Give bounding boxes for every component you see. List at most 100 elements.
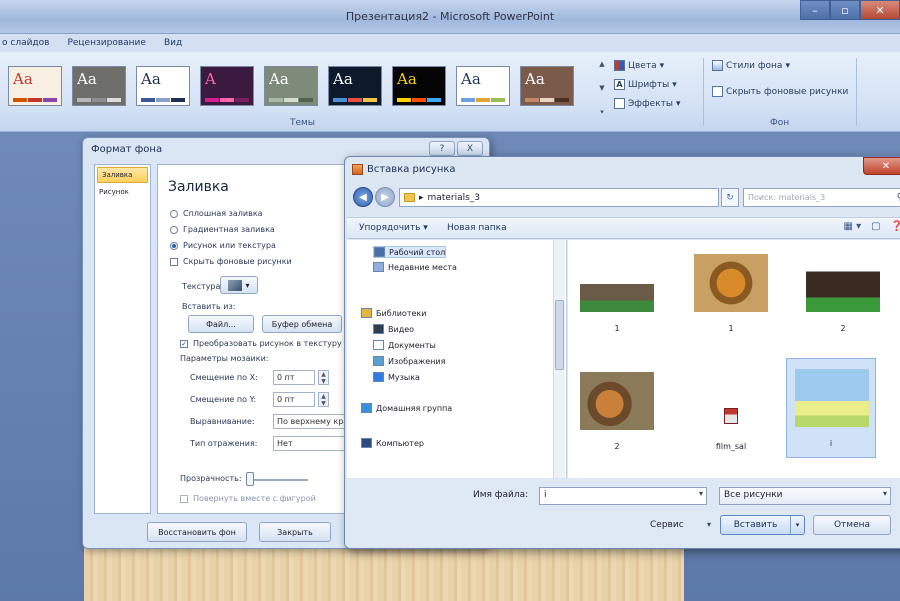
slide-canvas[interactable] [84, 540, 684, 601]
window-titlebar: Презентация2 - Microsoft PowerPoint – ▫ … [0, 0, 900, 34]
command-bar: Упорядочить ▾ Новая папка ▦ ▾ ▢ ❓ [347, 217, 900, 239]
background-styles-button[interactable]: Стили фона ▾ [712, 60, 790, 71]
preview-pane-icon[interactable]: ▢ [871, 221, 880, 232]
theme-thumbnail[interactable]: Aa [520, 66, 574, 106]
tree-scrollbar[interactable] [553, 240, 565, 478]
filetype-dropdown[interactable]: Все рисунки ▾ [719, 487, 891, 505]
tree-item-label: Библиотеки [376, 308, 427, 318]
minimize-button[interactable]: – [800, 0, 830, 20]
folder-icon [404, 193, 415, 202]
offset-y-label: Смещение по Y: [190, 395, 257, 404]
theme-thumbnail[interactable]: Aa [328, 66, 382, 106]
theme-thumbnail[interactable]: Aa [136, 66, 190, 106]
theme-sample-text: Aa [333, 70, 353, 88]
filename-input[interactable]: i ▾ [539, 487, 707, 505]
tab-slideshow[interactable]: о слайдов [2, 38, 49, 48]
tab-view[interactable]: Вид [164, 38, 182, 48]
offset-x-input[interactable]: 0 пт [273, 370, 315, 385]
category-fill[interactable]: Заливка [97, 167, 148, 183]
solid-fill-radio[interactable]: Сплошная заливка [170, 209, 263, 218]
tree-item-desktop[interactable]: Рабочий стол [373, 246, 447, 258]
tree-item-homegroup[interactable]: Домашняя группа [361, 403, 452, 413]
tree-item-recent[interactable]: Недавние места [373, 262, 457, 272]
checkbox-icon [712, 86, 723, 97]
offset-y-spinner[interactable]: ▲ ▼ [318, 392, 329, 407]
file-item[interactable]: 1 [686, 244, 776, 344]
cancel-button[interactable]: Отмена [813, 515, 891, 535]
reset-background-button[interactable]: Восстановить фон [147, 522, 247, 542]
library-icon [361, 308, 372, 318]
help-button[interactable]: ? [429, 141, 455, 156]
tree-item-documents[interactable]: Документы [373, 340, 436, 350]
theme-fonts-button[interactable]: A Шрифты ▾ [614, 79, 677, 90]
file-item[interactable]: film_sal [686, 362, 776, 462]
new-folder-button[interactable]: Новая папка [447, 223, 507, 233]
offset-y-input[interactable]: 0 пт [273, 392, 315, 407]
theme-effects-button[interactable]: Эффекты ▾ [614, 98, 681, 109]
category-picture[interactable]: Рисунок [95, 185, 150, 201]
texture-dropdown[interactable]: ▾ [220, 276, 258, 294]
file-button[interactable]: Файл... [188, 315, 254, 333]
theme-sample-text: Aa [77, 70, 97, 88]
tree-item-computer[interactable]: Компьютер [361, 438, 424, 448]
forward-button[interactable]: ▶ [375, 187, 395, 207]
view-options-icon[interactable]: ▦ ▾ [843, 221, 861, 232]
address-bar[interactable]: ▸ materials_3 [399, 188, 719, 207]
offset-x-spinner[interactable]: ▲ ▼ [318, 370, 329, 385]
tree-item-pictures[interactable]: Изображения [373, 356, 445, 366]
close-window-button[interactable]: ✕ [860, 0, 900, 20]
chevron-down-icon[interactable]: ▾ [707, 520, 711, 529]
close-dialog-button[interactable]: ✕ [863, 157, 900, 175]
theme-thumbnail[interactable]: Aa [8, 66, 62, 106]
scrollbar-thumb[interactable] [555, 300, 564, 370]
theme-colors-button[interactable]: Цвета ▾ [614, 60, 664, 71]
hide-background-graphics-checkbox[interactable]: Скрыть фоновые рисунки [170, 257, 292, 266]
mirror-type-dropdown[interactable]: Нет [273, 436, 351, 451]
transparency-slider-thumb[interactable] [246, 472, 254, 486]
chevron-down-icon[interactable]: ▾ [790, 516, 804, 534]
breadcrumb-folder[interactable]: materials_3 [428, 193, 480, 203]
organize-button[interactable]: Упорядочить ▾ [359, 223, 428, 233]
ribbon-tabs: о слайдов Рецензирование Вид [0, 34, 900, 52]
tools-button[interactable]: Сервис [650, 520, 684, 530]
file-item[interactable]: 1 [572, 244, 662, 344]
close-button[interactable]: Закрыть [259, 522, 331, 542]
theme-thumbnail[interactable]: Aa [456, 66, 510, 106]
refresh-button[interactable]: ↻ [721, 188, 739, 207]
file-list: 1 1 2 2 film_sal i [568, 240, 900, 478]
back-button[interactable]: ◀ [353, 187, 373, 207]
theme-thumbnail[interactable]: Aa [264, 66, 318, 106]
theme-thumbnail[interactable]: Aa [72, 66, 126, 106]
hide-bg-graphics-checkbox[interactable]: Скрыть фоновые рисунки [712, 86, 848, 97]
close-dialog-button[interactable]: X [457, 141, 483, 156]
tree-item-libraries[interactable]: Библиотеки [361, 308, 426, 318]
theme-sample-text: Aa [397, 70, 417, 88]
help-icon[interactable]: ❓ [891, 221, 900, 232]
theme-thumbnail[interactable]: A [200, 66, 254, 106]
file-item[interactable]: 2 [798, 244, 888, 344]
theme-color-strip [397, 98, 441, 102]
transparency-slider-track[interactable] [248, 479, 308, 481]
arrow-left-icon: ◀ [359, 191, 367, 203]
gallery-scroll[interactable]: ▲ ▼ ▾ [597, 60, 607, 116]
search-input[interactable]: Поиск: materials_3 ⚲ [743, 188, 900, 207]
file-name: i [829, 439, 833, 448]
gradient-fill-radio[interactable]: Градиентная заливка [170, 225, 275, 234]
chevron-down-icon[interactable]: ▾ [699, 489, 703, 498]
tab-review[interactable]: Рецензирование [67, 38, 145, 48]
address-row: ◀ ▶ ▸ materials_3 ↻ Поиск: materials_3 ⚲ [353, 187, 900, 209]
tile-picture-checkbox[interactable]: ✓ Преобразовать рисунок в текстуру [180, 339, 342, 348]
elephant-thumbnail [580, 254, 654, 312]
rotate-with-shape-checkbox[interactable]: Повернуть вместе с фигурой [180, 494, 316, 503]
file-item[interactable]: 2 [572, 362, 662, 462]
mirror-type-label: Тип отражения: [190, 439, 258, 448]
maximize-button[interactable]: ▫ [830, 0, 860, 20]
tree-item-music[interactable]: Музыка [373, 372, 420, 382]
theme-thumbnail[interactable]: Aa [392, 66, 446, 106]
picture-texture-fill-radio[interactable]: Рисунок или текстура [170, 241, 276, 250]
clipboard-button[interactable]: Буфер обмена [262, 315, 342, 333]
tree-item-video[interactable]: Видео [373, 324, 414, 334]
file-item[interactable]: i [786, 358, 876, 458]
insert-button[interactable]: Вставить ▾ [720, 515, 805, 535]
alignment-dropdown[interactable]: По верхнему краю [273, 414, 351, 429]
